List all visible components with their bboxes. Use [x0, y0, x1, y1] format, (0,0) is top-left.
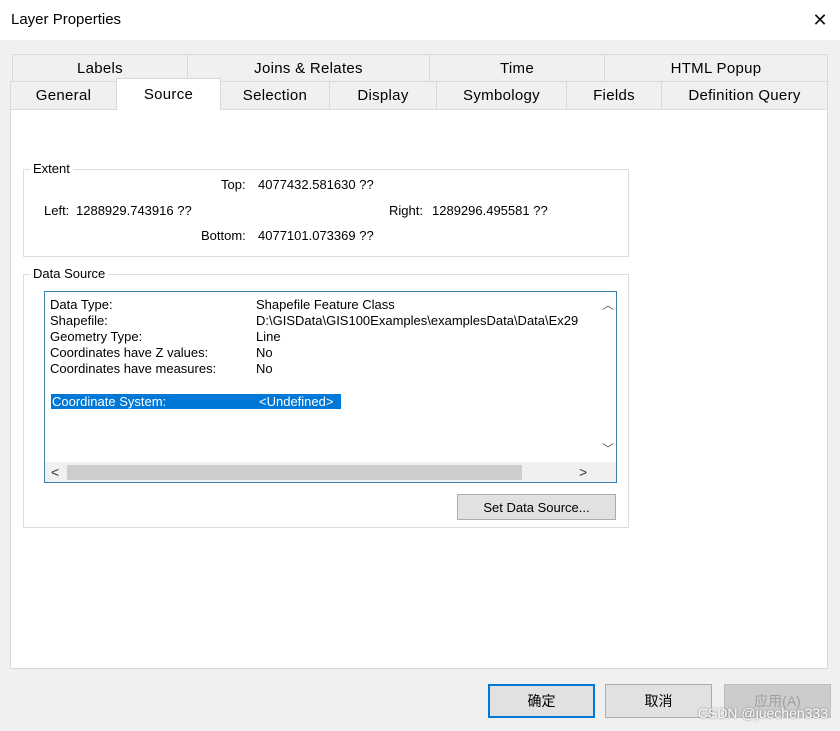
selected-list-item[interactable]: Coordinate System: <Undefined>: [51, 394, 341, 409]
tab-selection[interactable]: Selection: [220, 81, 330, 110]
title-bar: Layer Properties ✕: [0, 0, 840, 40]
row-value: Line: [256, 329, 281, 344]
extent-right-value: 1289296.495581 ??: [432, 203, 548, 218]
row-value: No: [256, 345, 273, 360]
tab-time[interactable]: Time: [429, 54, 605, 82]
tab-definition-query[interactable]: Definition Query: [661, 81, 828, 110]
ok-button[interactable]: 确定: [488, 684, 595, 718]
tab-symbology[interactable]: Symbology: [436, 81, 567, 110]
row-key: Geometry Type:: [50, 329, 143, 344]
row-key: Coordinates have measures:: [50, 361, 217, 376]
tab-label: Time: [500, 59, 534, 77]
vertical-scrollbar[interactable]: ︿ ﹀: [599, 292, 616, 462]
chevron-up-icon[interactable]: ︿: [602, 296, 614, 313]
close-icon: ✕: [812, 9, 828, 30]
tab-label: HTML Popup: [670, 59, 762, 77]
chevron-left-icon[interactable]: <: [51, 464, 59, 480]
tab-display[interactable]: Display: [329, 81, 437, 110]
row-value: No: [256, 361, 273, 376]
scroll-thumb[interactable]: [67, 465, 522, 480]
extent-left-value: 1288929.743916 ??: [76, 203, 192, 218]
tab-label: Symbology: [463, 87, 540, 104]
extent-right-label: Right:: [389, 203, 423, 218]
tab-label: Display: [357, 87, 409, 104]
set-data-source-button[interactable]: Set Data Source...: [457, 494, 616, 520]
tab-html-popup[interactable]: HTML Popup: [604, 54, 828, 82]
row-key: Coordinate System:: [52, 394, 167, 409]
tab-joins-relates[interactable]: Joins & Relates: [187, 54, 430, 82]
data-source-info-list[interactable]: Data Type: Shapefile Feature Class Shape…: [44, 291, 617, 483]
tab-label: Joins & Relates: [254, 59, 363, 77]
tab-source[interactable]: Source: [116, 78, 221, 110]
row-key: Data Type:: [50, 297, 113, 312]
tab-label: Fields: [593, 87, 635, 104]
chevron-down-icon[interactable]: ﹀: [602, 440, 614, 457]
row-value: <Undefined>: [259, 394, 334, 409]
tab-label: Selection: [242, 87, 308, 104]
tab-label: Source: [143, 86, 194, 103]
cancel-button[interactable]: 取消: [605, 684, 712, 718]
chevron-right-icon[interactable]: >: [579, 464, 587, 480]
row-key: Coordinates have Z values:: [50, 345, 209, 360]
row-value: D:\GISData\GIS100Examples\examplesData\D…: [256, 313, 579, 328]
tab-label: General: [35, 87, 92, 104]
extent-top-label: Top:: [221, 177, 246, 192]
horizontal-scrollbar[interactable]: < >: [45, 462, 616, 482]
row-value: Shapefile Feature Class: [256, 297, 395, 312]
tab-general[interactable]: General: [10, 81, 117, 110]
row-key: Shapefile:: [50, 313, 108, 328]
watermark: CSDN @juechen333: [697, 705, 828, 721]
extent-left-label: Left:: [44, 203, 70, 218]
tab-label: Labels: [76, 59, 123, 77]
window-title: Layer Properties: [11, 11, 122, 28]
extent-legend: Extent: [30, 161, 73, 176]
extent-top-value: 4077432.581630 ??: [258, 177, 374, 192]
data-source-legend: Data Source: [30, 266, 109, 281]
tab-label: Definition Query: [688, 87, 801, 104]
close-button[interactable]: ✕: [800, 0, 840, 40]
extent-bottom-label: Bottom:: [201, 228, 246, 243]
tab-fields[interactable]: Fields: [566, 81, 662, 110]
extent-bottom-value: 4077101.073369 ??: [258, 228, 374, 243]
